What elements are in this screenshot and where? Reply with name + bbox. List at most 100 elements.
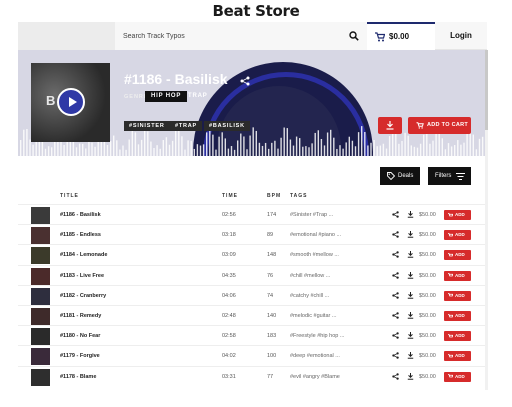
header-logo-area [18, 22, 115, 50]
cart-button[interactable]: $0.00 [367, 22, 435, 50]
table-row[interactable]: #1181 - Remedy 02:48 140 #melodic #guitar .… [18, 305, 487, 325]
share-icon[interactable] [392, 231, 399, 238]
add-to-cart-button[interactable]: ADD [444, 371, 471, 382]
share-icon[interactable] [392, 312, 399, 319]
download-icon[interactable] [407, 251, 414, 259]
track-tags[interactable]: #deep #emotional ... [290, 353, 356, 359]
track-tags[interactable]: #evil #angry #Blame [290, 374, 356, 380]
track-tags[interactable]: #Sinister #Trap ... [290, 212, 356, 218]
download-button[interactable] [378, 117, 402, 134]
add-to-cart-button[interactable]: ADD [444, 290, 471, 301]
table-row[interactable]: #1178 - Blame 03:31 77 #evil #angry #Blame $… [18, 365, 487, 386]
search-icon[interactable] [349, 31, 359, 41]
track-thumbnail[interactable] [31, 207, 50, 224]
table-row[interactable]: #1179 - Forgive 04:02 100 #deep #emotional … [18, 345, 487, 366]
table-row[interactable]: #1183 - Live Free 04:35 76 #chill #mellow .… [18, 264, 487, 285]
add-to-cart-button[interactable]: ADD [444, 351, 471, 362]
track-bpm: 140 [267, 313, 277, 319]
share-icon[interactable] [392, 271, 399, 279]
track-tags[interactable]: #Freestyle #hip hop ... [290, 333, 356, 339]
download-icon[interactable] [407, 211, 414, 218]
track-name[interactable]: #1186 - Basilisk [60, 212, 101, 218]
share-icon[interactable] [240, 76, 250, 86]
share-icon[interactable] [392, 211, 399, 218]
track-tags[interactable]: #chill #mellow ... [290, 273, 356, 279]
scrollbar-thumb[interactable] [485, 50, 488, 130]
track-thumbnail[interactable] [31, 247, 50, 265]
track-hero: BK #1186 - Basilisk GENRE HIP HOP TRAP #… [18, 50, 487, 156]
track-name[interactable]: #1179 - Forgive [60, 353, 100, 359]
table-row[interactable]: #1186 - Basilisk 02:56 174 #Sinister #Trap … [18, 204, 487, 224]
share-icon[interactable] [392, 292, 399, 299]
table-row[interactable]: #1185 - Endless 03:18 89 #emotional #piano … [18, 224, 487, 245]
hashtag-chip[interactable]: #SINISTER [124, 121, 170, 131]
filter-lines-icon [456, 173, 465, 180]
add-to-cart-button[interactable]: ADD [444, 270, 471, 281]
search-input[interactable] [123, 28, 333, 44]
track-thumbnail[interactable] [31, 328, 50, 346]
filters-button[interactable]: Filters [428, 167, 471, 185]
download-icon[interactable] [407, 372, 414, 380]
table-row[interactable]: #1184 - Lemonade 03:09 148 #smooth #mellow … [18, 244, 487, 265]
track-time: 04:06 [222, 292, 236, 299]
download-icon[interactable] [407, 332, 414, 339]
track-tags[interactable]: #emotional #piano ... [290, 232, 356, 238]
column-time: TIME [222, 193, 238, 199]
add-to-cart-button[interactable]: ADD TO CART [408, 117, 471, 134]
add-label: ADD [455, 373, 465, 379]
hashtag-chip[interactable]: #TRAP [170, 121, 203, 131]
deals-button[interactable]: Deals [380, 167, 420, 185]
track-price: $50.00 [419, 212, 436, 218]
track-bpm: 148 [267, 252, 277, 259]
track-name[interactable]: #1181 - Remedy [60, 313, 101, 319]
add-label: ADD [455, 272, 465, 278]
download-icon[interactable] [407, 312, 414, 319]
track-tags[interactable]: #melodic #guitar ... [290, 313, 356, 319]
track-thumbnail[interactable] [31, 348, 50, 366]
add-to-cart-button[interactable]: ADD [444, 250, 471, 261]
track-thumbnail[interactable] [31, 267, 50, 285]
hashtag-chip[interactable]: #BASILISK [204, 121, 250, 131]
track-thumbnail[interactable] [31, 308, 50, 325]
track-time: 03:31 [222, 373, 236, 380]
track-name[interactable]: #1184 - Lemonade [60, 252, 107, 258]
share-icon[interactable] [392, 372, 399, 380]
search-bar [115, 22, 367, 50]
track-name[interactable]: #1183 - Live Free [60, 273, 104, 279]
play-icon[interactable] [57, 88, 85, 116]
download-icon[interactable] [407, 291, 414, 299]
track-thumbnail[interactable] [31, 368, 50, 386]
download-icon[interactable] [407, 231, 414, 238]
login-button[interactable]: Login [435, 22, 487, 50]
track-name[interactable]: #1178 - Blame [60, 374, 96, 380]
share-icon[interactable] [392, 251, 399, 259]
add-to-cart-button[interactable]: ADD [444, 331, 471, 342]
track-time: 02:58 [222, 333, 236, 340]
table-row[interactable]: #1180 - No Fear 02:58 183 #Freestyle #hip h… [18, 325, 487, 346]
track-name[interactable]: #1185 - Endless [60, 232, 101, 238]
track-bpm: 89 [267, 232, 274, 239]
track-price: $50.00 [419, 313, 436, 319]
add-to-cart-button[interactable]: ADD [444, 311, 471, 321]
track-thumbnail[interactable] [31, 287, 50, 305]
download-icon[interactable] [407, 352, 414, 360]
add-to-cart-button[interactable]: ADD [444, 210, 471, 220]
track-name[interactable]: #1180 - No Fear [60, 333, 100, 339]
track-tags[interactable]: #smooth #mellow ... [290, 252, 356, 258]
page-title: Beat Store [212, 2, 300, 20]
genre-tag[interactable]: TRAP [182, 91, 214, 102]
add-to-cart-button[interactable]: ADD [444, 230, 471, 241]
track-name[interactable]: #1182 - Cranberry [60, 293, 106, 299]
track-thumbnail[interactable] [31, 227, 50, 245]
share-icon[interactable] [392, 352, 399, 360]
add-label: ADD [455, 292, 465, 298]
table-row[interactable]: #1182 - Cranberry 04:06 74 #catchy #chill .… [18, 284, 487, 305]
track-price: $50.00 [419, 272, 436, 279]
track-time: 02:48 [222, 313, 236, 319]
genre-tag[interactable]: HIP HOP [145, 91, 188, 102]
track-tags[interactable]: #catchy #chill ... [290, 293, 356, 299]
share-icon[interactable] [392, 332, 399, 339]
download-icon[interactable] [407, 271, 414, 279]
track-bpm: 183 [267, 333, 277, 340]
column-tags: TAGS [290, 193, 308, 199]
